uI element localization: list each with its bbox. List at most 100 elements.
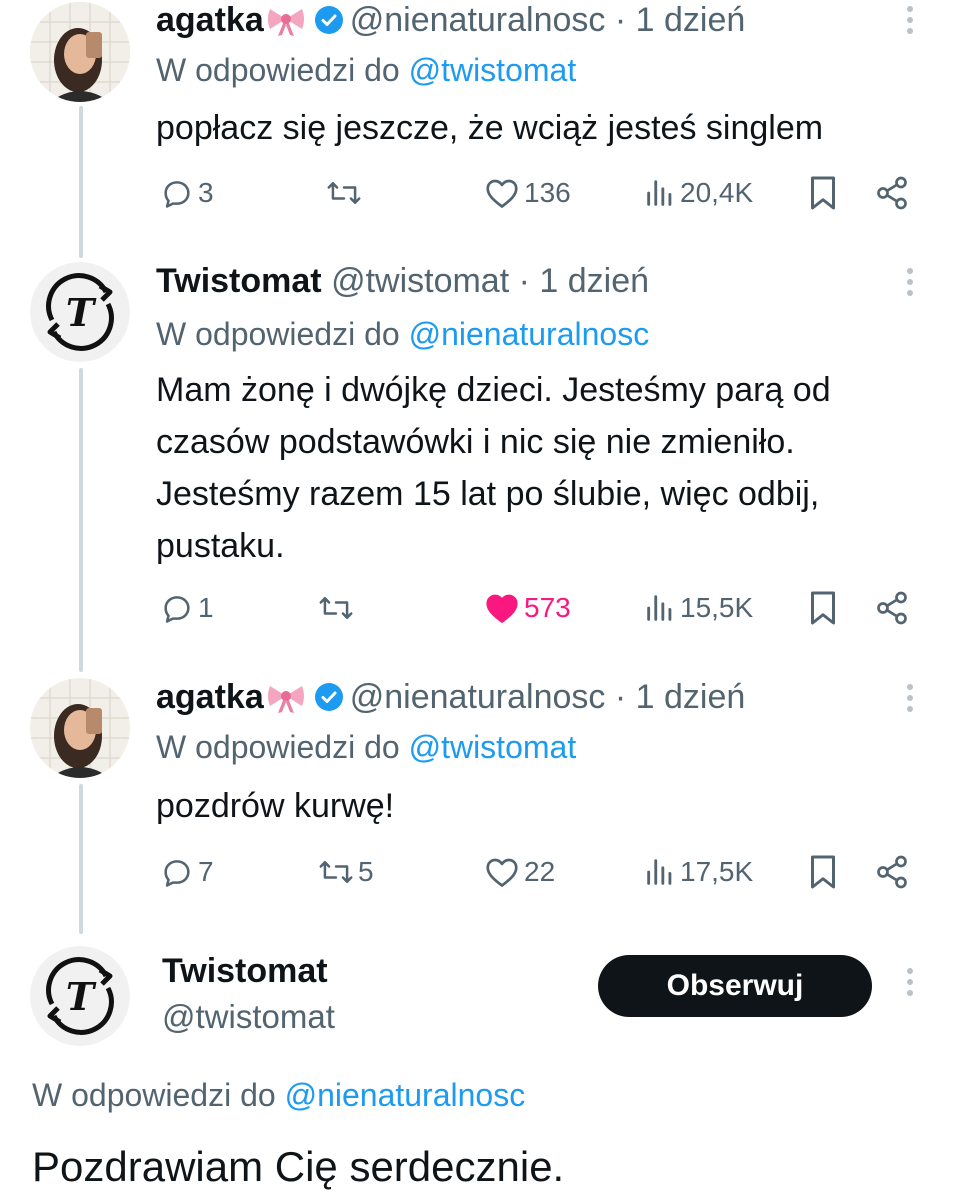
tweet-text-line: czasów podstawówki i nic się nie zmienił…	[156, 423, 795, 461]
share-button[interactable]	[874, 173, 910, 213]
reply-to-prefix: W odpowiedzi do	[156, 729, 400, 765]
author-handle[interactable]: @nienaturalnosc	[350, 678, 606, 716]
tweet-header: agatka @nienaturalnosc · 1 dzień	[156, 0, 745, 46]
avatar[interactable]: T	[30, 262, 130, 362]
views-button[interactable]: 17,5K	[644, 852, 753, 892]
views-count: 17,5K	[680, 856, 754, 887]
author-handle[interactable]: @twistomat	[162, 996, 335, 1038]
like-button[interactable]: 136	[484, 173, 571, 213]
bookmark-icon	[808, 175, 838, 211]
share-button[interactable]	[874, 852, 910, 892]
verified-icon	[314, 681, 344, 721]
reply-to: W odpowiedzi do @nienaturalnosc	[156, 314, 649, 354]
author-name[interactable]: agatka	[156, 1, 264, 39]
tweet-text: Mam żonę i dwójkę dzieci. Jesteśmy parą …	[156, 364, 926, 572]
tweet-text-line: Jesteśmy razem 15 lat po ślubie, więc od…	[156, 475, 820, 513]
reply-count: 1	[198, 592, 214, 623]
tweet-actions: 1 573 15,5K	[156, 588, 916, 628]
reply-count: 3	[198, 177, 214, 208]
tweet-text-line: pustaku.	[156, 527, 285, 565]
retweet-button[interactable]	[318, 588, 358, 628]
reply-to-prefix: W odpowiedzi do	[156, 316, 400, 352]
avatar[interactable]: T	[30, 946, 130, 1046]
like-icon	[484, 176, 520, 210]
thread-line	[79, 106, 83, 258]
tweet-text: pozdrów kurwę!	[156, 787, 395, 825]
thread-line	[79, 368, 83, 672]
reply-icon	[160, 176, 194, 210]
retweet-count: 5	[358, 856, 374, 887]
avatar[interactable]	[30, 678, 130, 778]
author-name[interactable]: agatka	[156, 678, 264, 716]
thread-line	[79, 784, 83, 934]
reply-to-mention[interactable]: @nienaturalnosc	[285, 1077, 526, 1113]
retweet-icon	[318, 591, 354, 625]
views-icon	[644, 176, 676, 210]
share-icon	[874, 590, 910, 626]
tweet-text: popłacz się jeszcze, że wciąż jesteś sin…	[156, 109, 824, 147]
reply-icon	[160, 591, 194, 625]
like-button[interactable]: 573	[484, 588, 571, 628]
tweet-actions: 3 136 20,4K	[156, 173, 916, 213]
reply-to-mention[interactable]: @twistomat	[409, 52, 577, 88]
svg-text:T: T	[66, 974, 97, 1019]
reply-button[interactable]: 1	[160, 588, 214, 628]
ribbon-emoji-icon	[266, 5, 306, 46]
reply-to: W odpowiedzi do @twistomat	[156, 50, 576, 90]
tweet-time[interactable]: · 1 dzień	[615, 678, 745, 716]
follow-button[interactable]: Obserwuj	[598, 955, 872, 1017]
tweet-actions: 7 5 22 17,5K	[156, 852, 916, 892]
share-icon	[874, 854, 910, 890]
tweet-header: agatka @nienaturalnosc · 1 dzień	[156, 677, 745, 723]
like-count: 22	[524, 856, 556, 887]
views-icon	[644, 591, 676, 625]
svg-text:T: T	[66, 290, 97, 335]
tweet-text: Pozdrawiam Cię serdecznie.	[32, 1143, 565, 1190]
bookmark-button[interactable]	[808, 173, 838, 213]
views-icon	[644, 855, 676, 889]
retweet-icon	[318, 855, 354, 889]
retweet-button[interactable]: 5	[318, 852, 374, 892]
tweet-time[interactable]: · 1 dzień	[615, 1, 745, 39]
more-icon[interactable]	[903, 684, 917, 720]
avatar[interactable]	[30, 2, 130, 102]
reply-count: 7	[198, 856, 214, 887]
tweet-time[interactable]: · 1 dzień	[519, 262, 649, 300]
views-count: 15,5K	[680, 592, 754, 623]
like-button[interactable]: 22	[484, 852, 555, 892]
views-count: 20,4K	[680, 177, 754, 208]
retweet-button[interactable]	[326, 173, 366, 213]
retweet-icon	[326, 176, 362, 210]
reply-button[interactable]: 7	[160, 852, 214, 892]
bookmark-button[interactable]	[808, 588, 838, 628]
author-handle[interactable]: @nienaturalnosc	[350, 1, 606, 39]
like-count: 136	[524, 177, 571, 208]
like-icon	[484, 591, 520, 625]
reply-icon	[160, 855, 194, 889]
reply-to: W odpowiedzi do @nienaturalnosc	[32, 1074, 525, 1116]
views-button[interactable]: 20,4K	[644, 173, 753, 213]
reply-to-mention[interactable]: @twistomat	[409, 729, 577, 765]
like-icon	[484, 855, 520, 889]
bookmark-icon	[808, 590, 838, 626]
share-button[interactable]	[874, 588, 910, 628]
tweet-text-line: Mam żonę i dwójkę dzieci. Jesteśmy parą …	[156, 371, 831, 409]
more-icon[interactable]	[903, 6, 917, 42]
more-icon[interactable]	[903, 968, 917, 1004]
bookmark-button[interactable]	[808, 852, 838, 892]
views-button[interactable]: 15,5K	[644, 588, 753, 628]
reply-to-mention[interactable]: @nienaturalnosc	[409, 316, 650, 352]
reply-to-prefix: W odpowiedzi do	[32, 1077, 276, 1113]
bookmark-icon	[808, 854, 838, 890]
author-name[interactable]: Twistomat	[162, 950, 328, 992]
reply-to-prefix: W odpowiedzi do	[156, 52, 400, 88]
reply-button[interactable]: 3	[160, 173, 214, 213]
like-count: 573	[524, 592, 571, 623]
verified-icon	[314, 4, 344, 44]
more-icon[interactable]	[903, 268, 917, 304]
tweet-header: Twistomat @twistomat · 1 dzień	[156, 261, 649, 301]
author-name[interactable]: Twistomat	[156, 262, 322, 300]
reply-to: W odpowiedzi do @twistomat	[156, 727, 576, 767]
author-handle[interactable]: @twistomat	[331, 262, 509, 300]
share-icon	[874, 175, 910, 211]
